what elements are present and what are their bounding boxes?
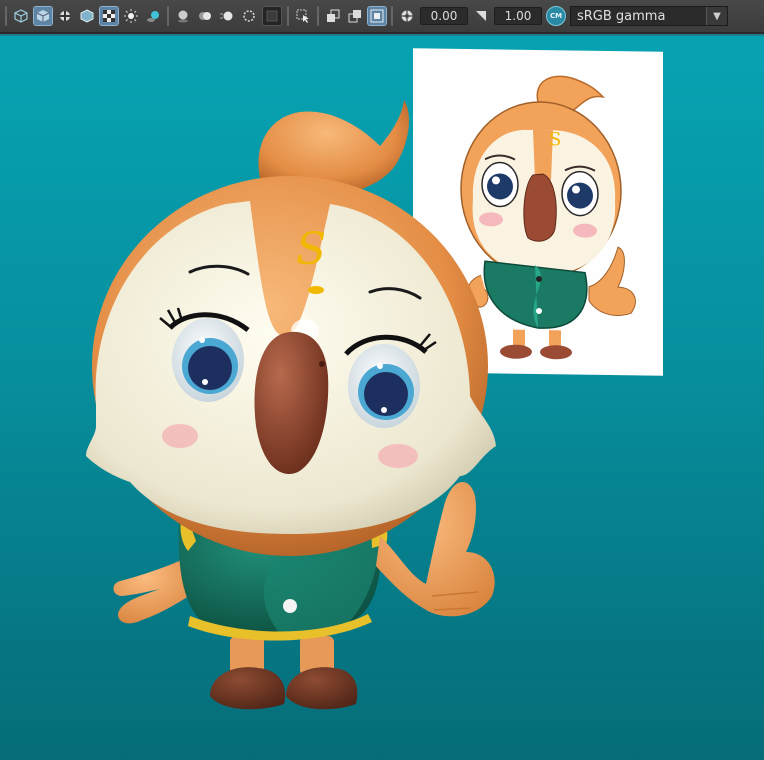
3d-mascot-model[interactable]: S	[0, 36, 764, 760]
viewport-toolbar: 0.00 1.00 CM sRGB gamma ▼	[0, 0, 764, 34]
isolate-icon[interactable]	[324, 7, 342, 25]
color-space-dropdown[interactable]: sRGB gamma ▼	[570, 6, 728, 26]
isolate-select-icon[interactable]	[262, 6, 282, 26]
xray-icon[interactable]	[346, 7, 364, 25]
color-management-toggle[interactable]: CM	[546, 6, 566, 26]
chevron-down-icon[interactable]: ▼	[706, 7, 727, 25]
toolbar-separator[interactable]	[167, 6, 169, 26]
texture-icon[interactable]	[56, 7, 74, 25]
shaded-cube-icon[interactable]	[33, 6, 53, 26]
color-space-label: sRGB gamma	[577, 8, 666, 24]
exposure-field[interactable]: 0.00	[420, 7, 468, 25]
backface-icon[interactable]	[367, 6, 387, 26]
3d-viewport[interactable]: S S	[0, 36, 764, 760]
ambient-occlusion-icon[interactable]	[196, 7, 214, 25]
svg-text:S: S	[296, 224, 326, 275]
toolbar-separator[interactable]	[287, 6, 289, 26]
checker-texture-icon[interactable]	[99, 6, 119, 26]
gamma-icon[interactable]	[472, 7, 490, 25]
wireframe-cube-icon[interactable]	[12, 7, 30, 25]
toolbar-separator[interactable]	[317, 6, 319, 26]
antialias-icon[interactable]	[240, 7, 258, 25]
shadow-icon[interactable]	[144, 7, 162, 25]
wireframe-shaded-icon[interactable]	[78, 7, 96, 25]
motion-blur-icon[interactable]	[218, 7, 236, 25]
light-icon[interactable]	[122, 7, 140, 25]
toolbar-separator[interactable]	[391, 6, 393, 26]
gamma-field[interactable]: 1.00	[494, 7, 542, 25]
sphere-icon[interactable]	[174, 7, 192, 25]
exposure-icon[interactable]	[398, 7, 416, 25]
toolbar-separator[interactable]	[5, 6, 7, 26]
select-icon[interactable]	[294, 7, 312, 25]
